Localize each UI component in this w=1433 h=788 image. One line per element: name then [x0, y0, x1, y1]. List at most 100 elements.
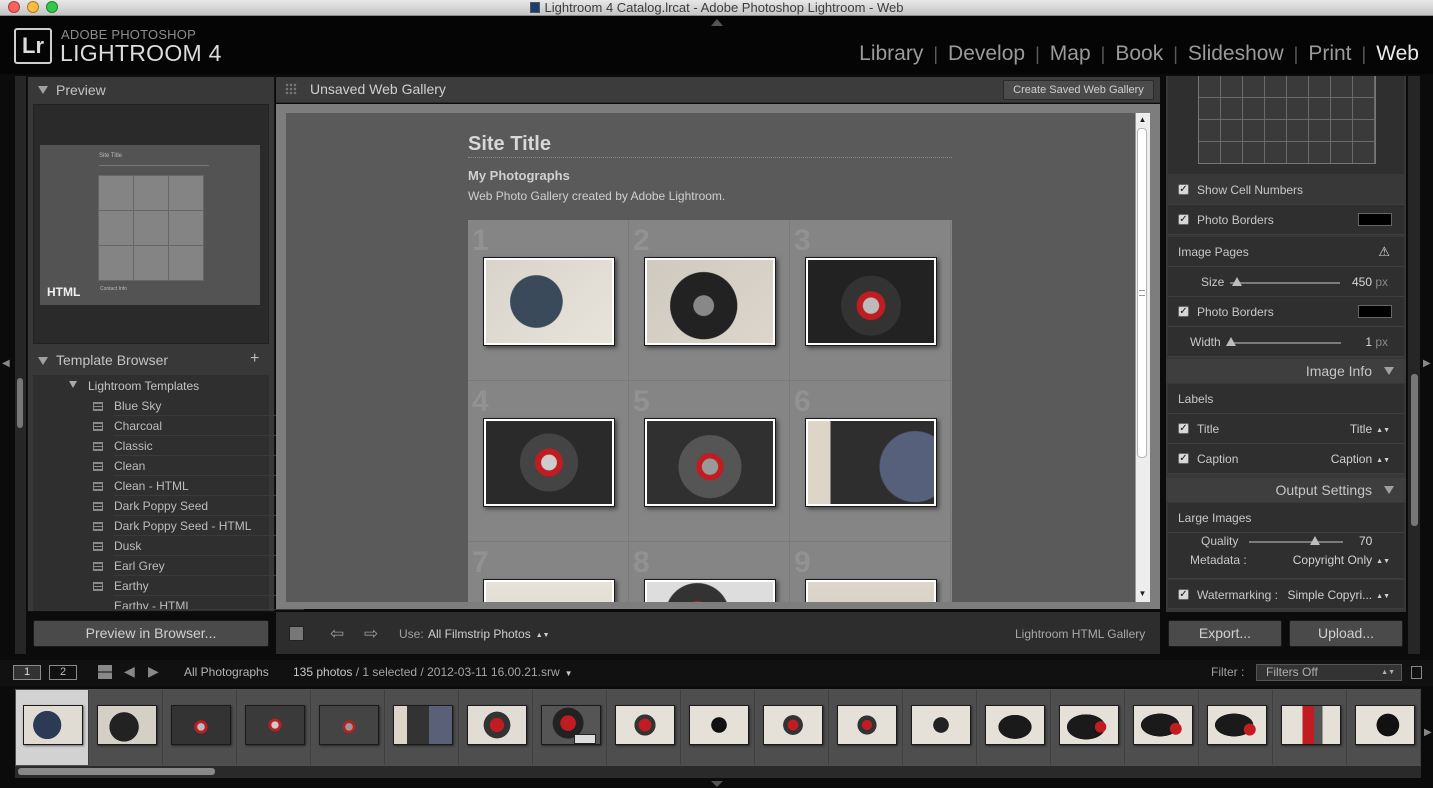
export-button[interactable]: Export...	[1168, 620, 1282, 647]
filmstrip-thumb[interactable]	[534, 690, 607, 765]
module-print[interactable]: Print	[1298, 42, 1361, 66]
gallery-thumbnail[interactable]	[805, 257, 937, 346]
filmstrip-next-icon[interactable]: ▶	[1424, 727, 1432, 738]
grid-cell[interactable]: 3	[790, 220, 951, 381]
grid-layout-picker[interactable]	[1198, 76, 1376, 164]
collection-description[interactable]: Web Photo Gallery created by Adobe Light…	[468, 189, 725, 203]
module-library[interactable]: Library	[849, 42, 933, 66]
gallery-thumbnail[interactable]	[644, 257, 776, 346]
template-folder[interactable]: Lightroom Templates	[88, 379, 199, 393]
checkbox-checked-icon[interactable]: ✓	[1178, 214, 1189, 225]
filmstrip-thumb[interactable]	[682, 690, 755, 765]
photo-borders-2-row[interactable]: ✓ Photo Borders	[1168, 297, 1404, 327]
template-browser-header[interactable]: Template Browser +	[27, 349, 275, 373]
filmstrip-count[interactable]: 135 photos / 1 selected / 2012-03-11 16.…	[293, 665, 573, 679]
folder-expand-icon[interactable]	[69, 381, 77, 388]
metadata-dropdown[interactable]: Copyright Only ▲▼	[1293, 545, 1390, 577]
upload-button[interactable]: Upload...	[1289, 620, 1403, 647]
gallery-thumbnail[interactable]	[483, 418, 615, 507]
preview-panel-header[interactable]: Preview	[27, 78, 275, 102]
filter-dropdown[interactable]: Filters Off ▲▼	[1256, 664, 1402, 681]
next-icon[interactable]: ⇨	[364, 624, 378, 644]
gallery-thumbnail[interactable]	[644, 418, 776, 507]
output-settings-header[interactable]: Output Settings	[1166, 478, 1406, 502]
image-info-header[interactable]: Image Info	[1166, 359, 1406, 383]
grid-cell[interactable]: 1	[468, 220, 629, 381]
site-title[interactable]: Site Title	[468, 133, 551, 156]
module-slideshow[interactable]: Slideshow	[1178, 42, 1294, 66]
previous-icon[interactable]: ⇦	[330, 624, 344, 644]
grid-cell[interactable]: 6	[790, 381, 951, 542]
gallery-thumbnail[interactable]	[483, 257, 615, 346]
gallery-thumbnail[interactable]	[483, 579, 615, 602]
collapse-triangle-icon[interactable]	[38, 357, 48, 365]
collapse-left-panel-icon[interactable]: ◀	[2, 358, 10, 369]
checkbox-checked-icon[interactable]: ✓	[1178, 589, 1189, 600]
grid-cell[interactable]: 9	[790, 542, 951, 602]
module-web[interactable]: Web	[1366, 42, 1429, 66]
gallery-thumbnail[interactable]	[805, 418, 937, 507]
grid-cell[interactable]: 7	[468, 542, 629, 602]
grid-cell[interactable]: 5	[629, 381, 790, 542]
watermarking-row[interactable]: ✓ Watermarking : Simple Copyri... ▲▼	[1168, 580, 1404, 609]
caption-row[interactable]: ✓ Caption Caption ▲▼	[1168, 444, 1404, 474]
checkbox-checked-icon[interactable]: ✓	[1178, 184, 1189, 195]
gallery-thumbnail[interactable]	[805, 579, 937, 602]
quality-slider-knob[interactable]	[1309, 536, 1320, 545]
filmstrip-source[interactable]: All Photographs	[184, 665, 269, 679]
filmstrip-thumb[interactable]	[90, 690, 163, 765]
border-color-swatch-2[interactable]	[1358, 305, 1392, 318]
secondary-display-button[interactable]: 2	[49, 665, 77, 680]
preview-in-browser-button[interactable]: Preview in Browser...	[33, 620, 269, 647]
scroll-down-icon[interactable]: ▼	[1135, 587, 1150, 601]
back-arrow-icon[interactable]: ◀	[124, 663, 135, 680]
photo-borders-row[interactable]: ✓ Photo Borders	[1168, 205, 1404, 235]
add-template-icon[interactable]: +	[250, 350, 259, 368]
filmstrip-thumb[interactable]	[1274, 690, 1347, 765]
width-slider-knob[interactable]	[1226, 337, 1236, 346]
module-map[interactable]: Map	[1040, 42, 1101, 66]
border-color-swatch[interactable]	[1358, 213, 1392, 226]
module-book[interactable]: Book	[1105, 42, 1173, 66]
filmstrip-scroll-track[interactable]	[15, 766, 1421, 778]
metadata-row[interactable]: Metadata : Copyright Only ▲▼	[1168, 551, 1404, 579]
width-slider-row[interactable]: Width 1 px	[1168, 327, 1404, 357]
filmstrip-thumb[interactable]	[904, 690, 977, 765]
size-slider-track[interactable]	[1230, 277, 1340, 286]
title-dropdown[interactable]: Title ▲▼	[1350, 414, 1390, 446]
left-panel-scrollbar[interactable]	[17, 378, 23, 428]
width-slider-track[interactable]	[1226, 337, 1341, 346]
filmstrip-thumb[interactable]	[756, 690, 829, 765]
filmstrip-thumb[interactable]	[1200, 690, 1273, 765]
filter-lock-icon[interactable]	[1411, 666, 1422, 679]
filmstrip-thumb[interactable]	[978, 690, 1051, 765]
grid-view-icon[interactable]	[98, 665, 112, 679]
show-cell-numbers-row[interactable]: ✓ Show Cell Numbers	[1168, 175, 1404, 205]
collapse-right-panel-icon[interactable]: ▶	[1423, 358, 1431, 369]
filmstrip-thumb[interactable]	[16, 690, 89, 765]
collection-title[interactable]: My Photographs	[468, 168, 570, 183]
module-develop[interactable]: Develop	[938, 42, 1035, 66]
collapse-triangle-icon[interactable]	[38, 86, 48, 94]
filmstrip-thumb[interactable]	[1348, 690, 1421, 765]
title-row[interactable]: ✓ Title Title ▲▼	[1168, 414, 1404, 444]
grid-cell[interactable]: 2	[629, 220, 790, 381]
filmstrip-thumb[interactable]	[386, 690, 459, 765]
use-photos-dropdown[interactable]: All Filmstrip Photos ▲▼	[428, 627, 550, 641]
create-saved-web-gallery-button[interactable]: Create Saved Web Gallery	[1003, 80, 1154, 100]
primary-display-button[interactable]: 1	[13, 665, 41, 680]
forward-arrow-icon[interactable]: ▶	[148, 663, 159, 680]
warning-icon[interactable]: ⚠	[1378, 237, 1390, 267]
checkbox-checked-icon[interactable]: ✓	[1178, 453, 1189, 464]
size-value[interactable]: 450	[1352, 267, 1372, 297]
width-value[interactable]: 1	[1365, 327, 1372, 357]
caption-dropdown[interactable]: Caption ▲▼	[1331, 444, 1390, 476]
filmstrip-thumb[interactable]	[164, 690, 237, 765]
filmstrip-scroll-thumb[interactable]	[18, 768, 215, 775]
filmstrip-thumb[interactable]	[608, 690, 681, 765]
collapse-triangle-icon[interactable]	[1384, 367, 1394, 375]
collapse-top-panel-icon[interactable]	[711, 19, 723, 26]
filmstrip-thumb[interactable]	[1126, 690, 1199, 765]
size-slider-row[interactable]: Size 450 px	[1168, 267, 1404, 297]
scroll-up-icon[interactable]: ▲	[1135, 113, 1150, 127]
